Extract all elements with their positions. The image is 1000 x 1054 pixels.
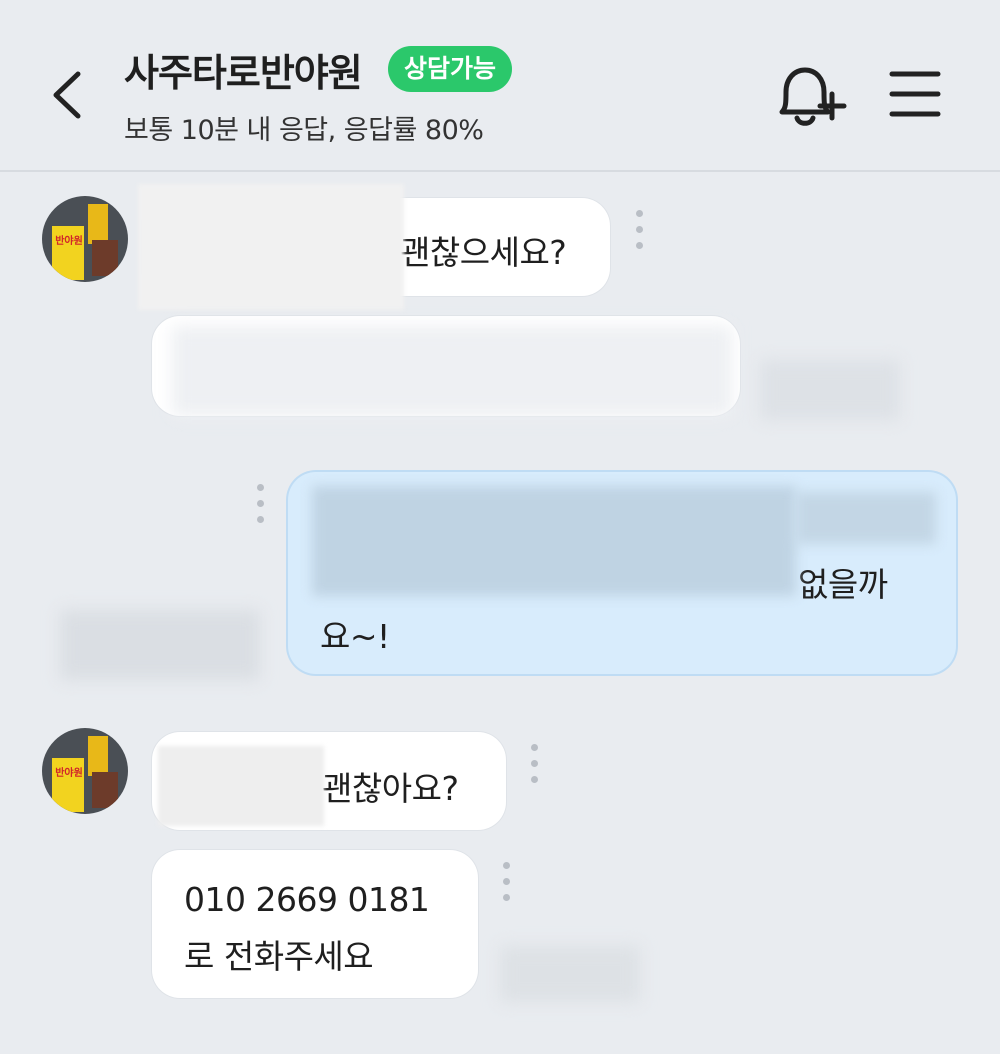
more-options-icon[interactable] [634, 210, 644, 254]
back-button[interactable] [40, 60, 100, 130]
avatar-door [92, 240, 118, 276]
bell-plus-icon [779, 67, 847, 126]
back-arrow-icon [53, 71, 81, 119]
avatar[interactable]: 반야원 [42, 196, 128, 282]
message-text: 괜찮아요? [322, 769, 459, 808]
chat-title: 사주타로반야원 [124, 51, 363, 95]
menu-button[interactable] [886, 66, 946, 122]
avatar-sign-secondary [88, 204, 108, 244]
avatar[interactable]: 반야원 [42, 728, 128, 814]
status-badge: 상담가능 [388, 46, 513, 92]
avatar-sign-text: 반야원 [55, 236, 83, 247]
avatar-door [92, 772, 118, 808]
more-options-icon[interactable] [255, 484, 265, 528]
hamburger-menu-icon [889, 71, 941, 117]
redacted-block [60, 610, 260, 680]
redacted-block [312, 486, 796, 596]
more-options-icon[interactable] [501, 862, 511, 906]
message-text: 없을까 [798, 565, 888, 604]
redacted-block [500, 946, 640, 1002]
avatar-sign-text: 반야원 [55, 768, 83, 779]
redacted-block [158, 746, 324, 826]
more-options-icon[interactable] [529, 744, 539, 788]
chat-header: 사주타로반야원 상담가능 보통 10분 내 응답, 응답률 80% [0, 0, 1000, 172]
message-bubble[interactable]: 010 2669 0181 로 전화주세요 [152, 850, 478, 998]
message-text: 로 전화주세요 [184, 937, 374, 976]
message-text: 010 2669 0181 [184, 880, 430, 919]
redacted-block [138, 184, 404, 310]
redacted-block [172, 326, 732, 416]
response-info: 보통 10분 내 응답, 응답률 80% [124, 115, 484, 146]
message-text: 괜찮으세요? [400, 233, 567, 272]
redacted-block [760, 360, 900, 420]
avatar-sign-secondary [88, 736, 108, 776]
redacted-block [796, 492, 936, 544]
notification-button[interactable] [772, 62, 848, 132]
message-text: 요~! [320, 617, 390, 656]
